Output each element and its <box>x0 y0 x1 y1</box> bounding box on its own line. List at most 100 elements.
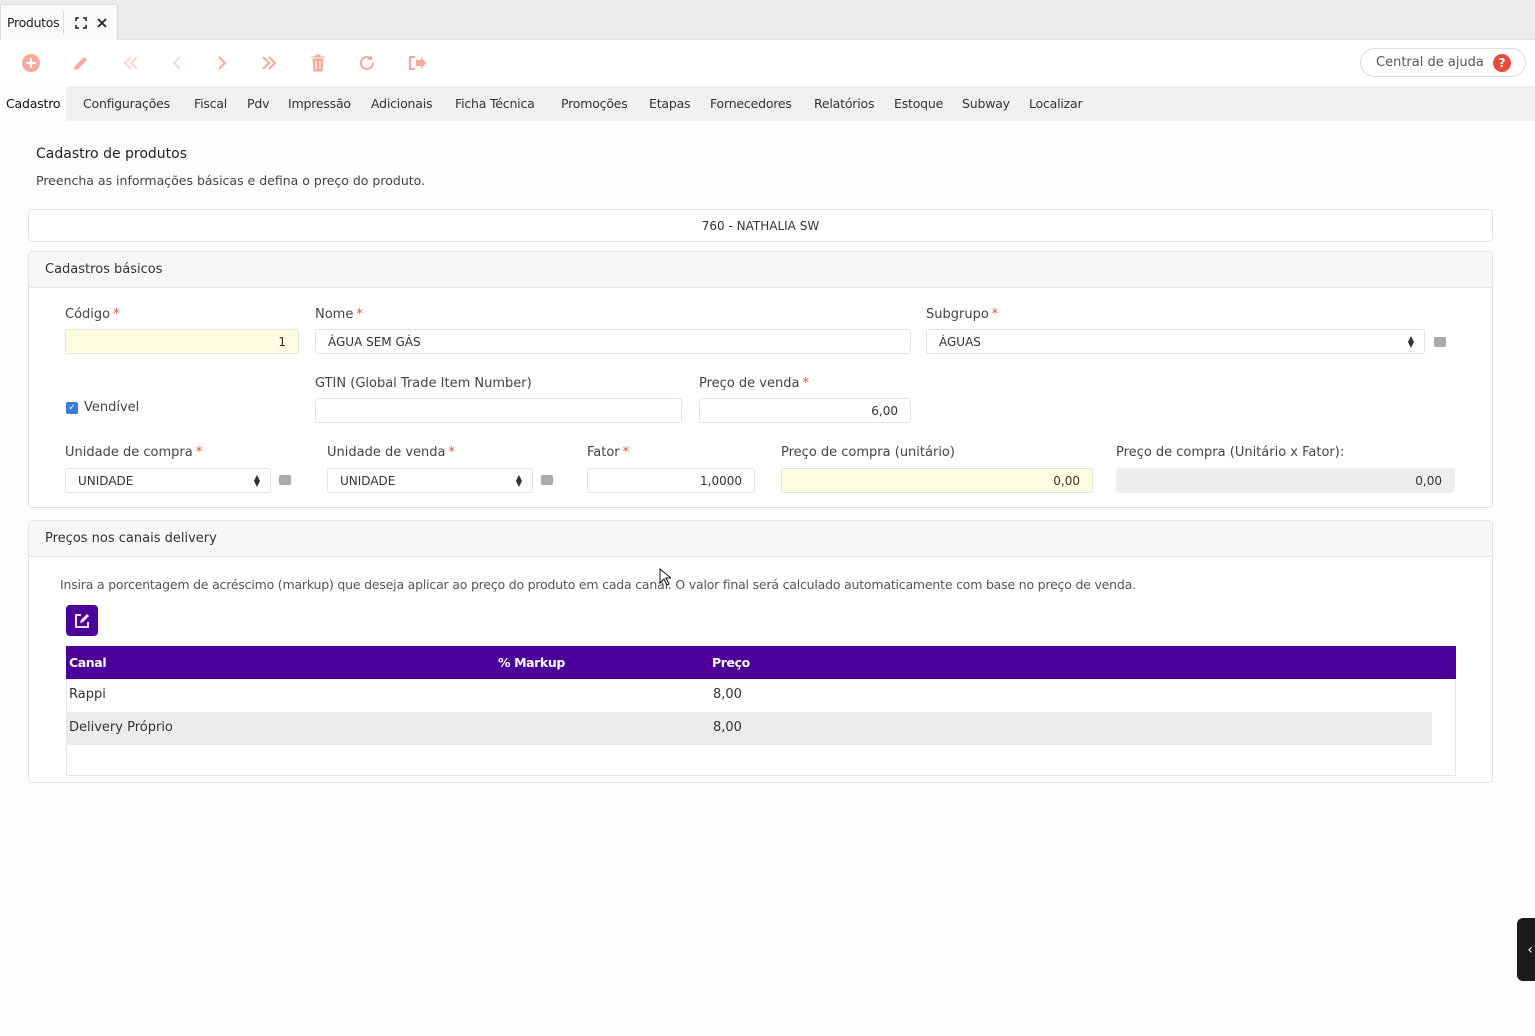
codigo-label-text: Código <box>65 307 111 322</box>
expand-icon[interactable] <box>72 14 90 32</box>
delivery-prices-header: Preços nos canais delivery <box>29 521 1492 557</box>
tab-etapas[interactable]: Etapas <box>649 86 691 121</box>
edit-markup-button[interactable] <box>66 605 98 636</box>
delivery-info-text: Insira a porcentagem de acréscimo (marku… <box>60 577 1136 592</box>
toolbar <box>0 40 1535 86</box>
cell-preco: 8,00 <box>713 720 742 735</box>
gtin-input[interactable] <box>315 398 682 423</box>
tab-cadastro[interactable]: Cadastro <box>0 86 67 121</box>
required-mark: * <box>802 376 809 391</box>
unidade-compra-list-icon[interactable] <box>279 475 291 485</box>
tab-fornecedores[interactable]: Fornecedores <box>710 86 792 121</box>
delivery-table-body: Rappi 8,00 Delivery Próprio 8,00 <box>66 679 1456 776</box>
fator-input[interactable]: 1,0000 <box>587 468 755 493</box>
select-arrows-icon: ▲ ▼ <box>1407 334 1414 349</box>
required-mark: * <box>356 307 363 322</box>
vendivel-label: Vendível <box>84 400 140 415</box>
unidade-compra-select[interactable]: UNIDADE ▲ ▼ <box>65 468 271 493</box>
unidade-compra-label: Unidade de compra * <box>65 445 202 460</box>
preco-venda-label-text: Preço de venda <box>699 376 800 391</box>
fator-label: Fator * <box>587 445 629 460</box>
tab-pdv[interactable]: Pdv <box>247 86 269 121</box>
tab-subway[interactable]: Subway <box>962 86 1010 121</box>
subgrupo-select[interactable]: ÁGUAS ▲ ▼ <box>926 329 1425 354</box>
mouse-cursor-icon <box>659 567 673 590</box>
tab-adicionais[interactable]: Adicionais <box>371 86 433 121</box>
preco-venda-input[interactable]: 6,00 <box>699 398 911 423</box>
tab-ficha-tecnica[interactable]: Ficha Técnica <box>455 86 535 121</box>
tab-fiscal[interactable]: Fiscal <box>194 86 227 121</box>
tab-relatorios[interactable]: Relatórios <box>814 86 874 121</box>
tab-localizar[interactable]: Localizar <box>1029 86 1083 121</box>
preco-venda-value: 6,00 <box>871 403 898 418</box>
edit-icon <box>75 613 89 628</box>
preco-compra-input[interactable]: 0,00 <box>781 468 1093 493</box>
edit-pencil-icon[interactable] <box>70 52 92 74</box>
tab-configuracoes[interactable]: Configurações <box>83 86 170 121</box>
unidade-compra-label-text: Unidade de compra <box>65 445 193 460</box>
subgrupo-list-icon[interactable] <box>1434 337 1446 347</box>
window-tab-title: Produtos <box>7 15 60 30</box>
column-preco[interactable]: Preço <box>712 655 750 670</box>
add-icon[interactable] <box>20 52 42 74</box>
table-row[interactable]: Rappi 8,00 <box>67 679 1432 712</box>
refresh-icon[interactable] <box>356 52 378 74</box>
company-name: 760 - NATHALIA SW <box>701 218 820 233</box>
preco-compra-fator-input: 0,00 <box>1116 468 1455 493</box>
side-panel-toggle[interactable]: ‹ <box>1517 918 1535 981</box>
exit-icon[interactable] <box>406 52 428 74</box>
table-row[interactable]: Delivery Próprio 8,00 <box>67 712 1432 745</box>
required-mark: * <box>113 307 120 322</box>
nome-label: Nome * <box>315 307 363 322</box>
help-center-button[interactable]: Central de ajuda ? <box>1360 48 1526 77</box>
company-banner: 760 - NATHALIA SW <box>28 209 1493 242</box>
required-mark: * <box>622 445 630 460</box>
fator-label-text: Fator <box>587 445 620 460</box>
tab-promocoes[interactable]: Promoções <box>561 86 628 121</box>
nome-value: ÁGUA SEM GÁS <box>328 334 421 349</box>
codigo-input[interactable]: 1 <box>65 329 299 354</box>
unidade-venda-select[interactable]: UNIDADE ▲ ▼ <box>327 468 533 493</box>
required-mark: * <box>991 307 999 322</box>
first-icon[interactable] <box>120 52 142 74</box>
page-title: Cadastro de produtos <box>36 146 188 162</box>
unidade-venda-list-icon[interactable] <box>541 475 553 485</box>
help-center-label: Central de ajuda <box>1376 55 1484 70</box>
select-arrows-icon: ▲ ▼ <box>515 473 522 488</box>
next-icon[interactable] <box>211 52 233 74</box>
select-arrows-icon: ▲ ▼ <box>253 473 260 488</box>
preco-compra-label: Preço de compra (unitário) <box>781 445 955 460</box>
last-icon[interactable] <box>258 52 280 74</box>
subgrupo-value: ÁGUAS <box>939 334 981 349</box>
cell-preco: 8,00 <box>713 687 742 702</box>
cell-canal: Rappi <box>69 687 106 702</box>
nome-input[interactable]: ÁGUA SEM GÁS <box>315 329 911 354</box>
nome-label-text: Nome <box>315 307 354 322</box>
codigo-label: Código * <box>65 307 120 322</box>
unidade-venda-value: UNIDADE <box>340 473 396 488</box>
window-tab-produtos[interactable]: Produtos <box>0 4 118 40</box>
delivery-table-header: Canal % Markup Preço <box>66 646 1456 679</box>
unidade-venda-label-text: Unidade de venda <box>327 445 446 460</box>
codigo-value: 1 <box>278 334 286 349</box>
column-markup[interactable]: % Markup <box>498 655 565 670</box>
help-icon: ? <box>1493 54 1511 72</box>
menu-tabs: Cadastro Configurações Fiscal Pdv Impres… <box>0 86 1535 121</box>
preco-venda-label: Preço de venda * <box>699 376 809 391</box>
basic-registration-header: Cadastros básicos <box>29 252 1492 288</box>
required-mark: * <box>195 445 203 460</box>
previous-icon[interactable] <box>166 52 188 74</box>
vendivel-checkbox[interactable]: ✓ <box>66 402 78 414</box>
tab-impressao[interactable]: Impressão <box>288 86 351 121</box>
preco-compra-fator-label: Preço de compra (Unitário x Fator): <box>1116 445 1345 460</box>
tab-estoque[interactable]: Estoque <box>894 86 943 121</box>
unidade-venda-label: Unidade de venda * <box>327 445 455 460</box>
close-icon[interactable] <box>93 14 111 32</box>
window-tab-divider <box>63 11 64 35</box>
preco-compra-value: 0,00 <box>1053 473 1080 488</box>
delete-icon[interactable] <box>307 52 329 74</box>
cell-canal: Delivery Próprio <box>69 720 173 735</box>
column-canal[interactable]: Canal <box>69 655 107 670</box>
gtin-label: GTIN (Global Trade Item Number) <box>315 376 532 391</box>
preco-compra-fator-value: 0,00 <box>1415 473 1442 488</box>
